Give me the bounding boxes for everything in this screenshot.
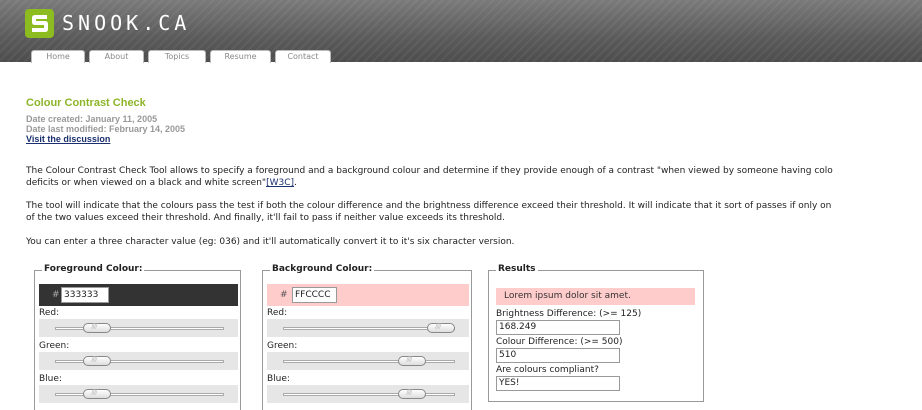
w3c-link[interactable]: [W3C] <box>266 178 294 188</box>
hash-symbol: # <box>280 290 288 300</box>
background-legend: Background Colour: <box>270 264 375 274</box>
sample-text-preview: Lorem ipsum dolor sit amet. <box>496 288 695 305</box>
results-fieldset: Results Lorem ipsum dolor sit amet. Brig… <box>488 264 704 402</box>
foreground-fieldset: Foreground Colour: # 333333 Red: Green: … <box>34 264 241 410</box>
intro-paragraph-line: The Colour Contrast Check Tool allows to… <box>26 166 833 176</box>
colour-difference-value[interactable]: 510 <box>496 348 620 363</box>
brightness-value[interactable]: 168.249 <box>496 320 620 335</box>
background-hex-input[interactable]: FFCCCC <box>292 287 337 303</box>
compliance-value[interactable]: YES! <box>496 376 620 391</box>
snook-logo-icon[interactable] <box>25 9 54 38</box>
hint-paragraph: You can enter a three character value (e… <box>26 237 515 247</box>
foreground-red-slider[interactable] <box>39 319 238 337</box>
site-header: SNOOK.CA Home About Topics Resume Contac… <box>0 0 922 63</box>
red-label: Red: <box>39 308 60 318</box>
background-green-slider[interactable] <box>267 352 469 370</box>
background-fieldset: Background Colour: # FFCCCC Red: Green: … <box>262 264 472 410</box>
discussion-link[interactable]: Visit the discussion <box>26 134 110 144</box>
slider-thumb[interactable] <box>398 355 427 366</box>
foreground-legend: Foreground Colour: <box>42 264 145 274</box>
rules-paragraph-line: of the two values exceed their threshold… <box>26 213 505 223</box>
slider-thumb[interactable] <box>83 355 112 366</box>
tab-resume[interactable]: Resume <box>210 50 271 63</box>
colour-difference-label: Colour Difference: (>= 500) <box>496 337 623 347</box>
main-nav: Home About Topics Resume Contact <box>31 50 335 63</box>
background-red-slider[interactable] <box>267 319 469 337</box>
page-title: Colour Contrast Check <box>26 97 146 109</box>
brightness-label: Brightness Difference: (>= 125) <box>496 309 642 319</box>
date-created: Date created: January 11, 2005 <box>26 114 158 124</box>
slider-thumb[interactable] <box>83 388 112 399</box>
intro-text: deficits or when viewed on a black and w… <box>26 178 267 188</box>
compliance-label: Are colours compliant? <box>496 365 599 375</box>
rules-paragraph-line: The tool will indicate that the colours … <box>26 201 832 211</box>
date-modified: Date last modified: February 14, 2005 <box>26 124 186 134</box>
red-label: Red: <box>267 308 288 318</box>
tab-contact[interactable]: Contact <box>275 50 331 63</box>
slider-thumb[interactable] <box>427 322 455 333</box>
site-logo-text[interactable]: SNOOK.CA <box>62 11 190 35</box>
foreground-green-slider[interactable] <box>39 352 238 370</box>
slider-thumb[interactable] <box>83 322 112 333</box>
tab-topics[interactable]: Topics <box>148 50 206 63</box>
blue-label: Blue: <box>267 374 290 384</box>
results-legend: Results <box>496 264 538 274</box>
intro-paragraph-line: deficits or when viewed on a black and w… <box>26 177 922 189</box>
hash-symbol: # <box>52 290 60 300</box>
background-blue-slider[interactable] <box>267 385 469 403</box>
foreground-blue-slider[interactable] <box>39 385 238 403</box>
foreground-hex-input[interactable]: 333333 <box>61 287 109 303</box>
intro-text-end: . <box>294 178 297 188</box>
green-label: Green: <box>267 341 298 351</box>
blue-label: Blue: <box>39 374 62 384</box>
foreground-swatch: # 333333 <box>39 284 238 306</box>
green-label: Green: <box>39 341 70 351</box>
slider-thumb[interactable] <box>398 388 427 399</box>
tab-home[interactable]: Home <box>31 50 85 63</box>
background-swatch: # FFCCCC <box>267 284 469 306</box>
tab-about[interactable]: About <box>89 50 144 63</box>
